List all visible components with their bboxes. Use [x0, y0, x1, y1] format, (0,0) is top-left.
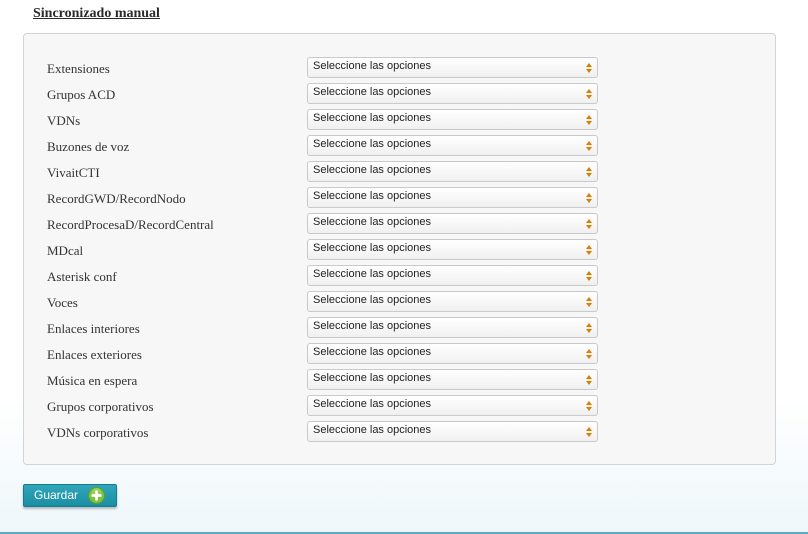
updown-arrows-icon — [586, 375, 592, 385]
row-vdns-corporativos: VDNs corporativos Seleccione las opcione… — [24, 421, 775, 447]
recordgwd-recordnodo-select[interactable]: Seleccione las opciones — [307, 187, 598, 208]
musica-en-espera-select[interactable]: Seleccione las opciones — [307, 369, 598, 390]
field-label: Enlaces interiores — [47, 321, 140, 336]
row-asterisk-conf: Asterisk conf Seleccione las opciones — [24, 265, 775, 291]
row-extensiones: Extensiones Seleccione las opciones — [24, 57, 775, 83]
field-label: VivaitCTI — [47, 165, 100, 180]
row-mdcal: MDcal Seleccione las opciones — [24, 239, 775, 265]
select-value: Seleccione las opciones — [313, 112, 432, 124]
select-value: Seleccione las opciones — [313, 164, 432, 176]
updown-arrows-icon — [586, 245, 592, 255]
grupos-acd-select[interactable]: Seleccione las opciones — [307, 83, 598, 104]
updown-arrows-icon — [586, 115, 592, 125]
extensiones-select[interactable]: Seleccione las opciones — [307, 57, 598, 78]
select-value: Seleccione las opciones — [313, 190, 432, 202]
select-value: Seleccione las opciones — [313, 86, 432, 98]
select-value: Seleccione las opciones — [313, 138, 432, 150]
field-label: Asterisk conf — [47, 269, 117, 284]
updown-arrows-icon — [586, 349, 592, 359]
mdcal-select[interactable]: Seleccione las opciones — [307, 239, 598, 260]
updown-arrows-icon — [586, 141, 592, 151]
vdns-corporativos-select[interactable]: Seleccione las opciones — [307, 421, 598, 442]
sync-options-panel: Extensiones Seleccione las opciones Grup… — [23, 33, 776, 465]
field-label: Grupos ACD — [47, 87, 116, 102]
field-label: MDcal — [47, 243, 84, 258]
row-grupos-acd: Grupos ACD Seleccione las opciones — [24, 83, 775, 109]
section-title: Sincronizado manual — [33, 6, 160, 21]
row-vivaitcti: VivaitCTI Seleccione las opciones — [24, 161, 775, 187]
updown-arrows-icon — [586, 271, 592, 281]
asterisk-conf-select[interactable]: Seleccione las opciones — [307, 265, 598, 286]
select-value: Seleccione las opciones — [313, 424, 432, 436]
buzones-de-voz-select[interactable]: Seleccione las opciones — [307, 135, 598, 156]
updown-arrows-icon — [586, 89, 592, 99]
field-label: RecordProcesaD/RecordCentral — [47, 217, 214, 232]
updown-arrows-icon — [586, 323, 592, 333]
select-value: Seleccione las opciones — [313, 60, 432, 72]
vdns-select[interactable]: Seleccione las opciones — [307, 109, 598, 130]
row-recordprocesad-recordcentral: RecordProcesaD/RecordCentral Seleccione … — [24, 213, 775, 239]
field-label: Grupos corporativos — [47, 399, 154, 414]
updown-arrows-icon — [586, 193, 592, 203]
select-value: Seleccione las opciones — [313, 320, 432, 332]
field-label: RecordGWD/RecordNodo — [47, 191, 186, 206]
field-label: Voces — [47, 295, 78, 310]
field-label: Buzones de voz — [47, 139, 130, 154]
select-value: Seleccione las opciones — [313, 268, 432, 280]
enlaces-exteriores-select[interactable]: Seleccione las opciones — [307, 343, 598, 364]
enlaces-interiores-select[interactable]: Seleccione las opciones — [307, 317, 598, 338]
updown-arrows-icon — [586, 427, 592, 437]
vivaitcti-select[interactable]: Seleccione las opciones — [307, 161, 598, 182]
row-voces: Voces Seleccione las opciones — [24, 291, 775, 317]
voces-select[interactable]: Seleccione las opciones — [307, 291, 598, 312]
field-label: Extensiones — [47, 61, 110, 76]
save-button-label: Guardar — [34, 488, 79, 502]
updown-arrows-icon — [586, 297, 592, 307]
select-value: Seleccione las opciones — [313, 294, 432, 306]
select-value: Seleccione las opciones — [313, 372, 432, 384]
field-label: VDNs — [47, 113, 81, 128]
row-grupos-corporativos: Grupos corporativos Seleccione las opcio… — [24, 395, 775, 421]
plus-circle-icon — [88, 487, 105, 504]
updown-arrows-icon — [586, 63, 592, 73]
grupos-corporativos-select[interactable]: Seleccione las opciones — [307, 395, 598, 416]
row-enlaces-exteriores: Enlaces exteriores Seleccione las opcion… — [24, 343, 775, 369]
row-vdns: VDNs Seleccione las opciones — [24, 109, 775, 135]
field-label: VDNs corporativos — [47, 425, 149, 440]
row-buzones-de-voz: Buzones de voz Seleccione las opciones — [24, 135, 775, 161]
row-musica-en-espera: Música en espera Seleccione las opciones — [24, 369, 775, 395]
select-value: Seleccione las opciones — [313, 242, 432, 254]
row-enlaces-interiores: Enlaces interiores Seleccione las opcion… — [24, 317, 775, 343]
updown-arrows-icon — [586, 219, 592, 229]
select-value: Seleccione las opciones — [313, 346, 432, 358]
updown-arrows-icon — [586, 167, 592, 177]
select-value: Seleccione las opciones — [313, 216, 432, 228]
updown-arrows-icon — [586, 401, 592, 411]
save-button[interactable]: Guardar — [23, 484, 117, 507]
field-label: Enlaces exteriores — [47, 347, 142, 362]
row-recordgwd-recordnodo: RecordGWD/RecordNodo Seleccione las opci… — [24, 187, 775, 213]
field-label: Música en espera — [47, 373, 138, 388]
select-value: Seleccione las opciones — [313, 398, 432, 410]
recordprocesad-recordcentral-select[interactable]: Seleccione las opciones — [307, 213, 598, 234]
